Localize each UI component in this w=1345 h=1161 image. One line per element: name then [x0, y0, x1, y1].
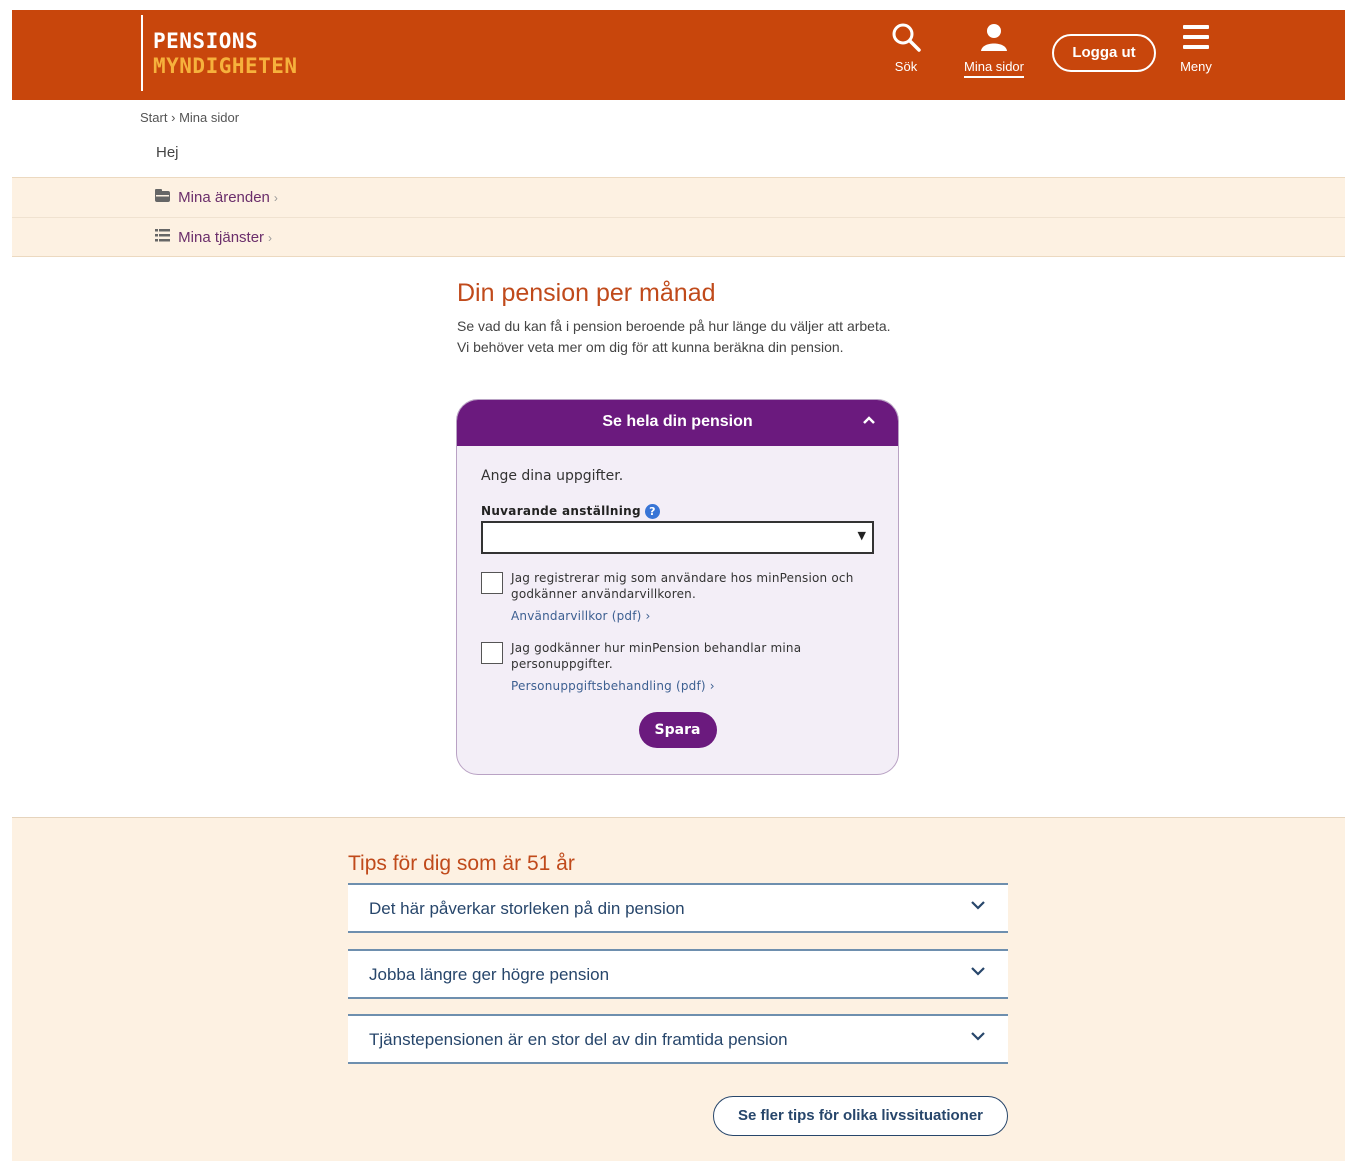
chevron-down-icon	[970, 963, 986, 984]
nav-item-cases[interactable]: Mina ärenden ›	[155, 189, 278, 206]
menu-button[interactable]: Meny	[1174, 22, 1218, 74]
breadcrumb: Start › Mina sidor	[140, 110, 239, 125]
help-icon[interactable]: ?	[644, 504, 660, 519]
menu-label: Meny	[1180, 59, 1212, 74]
accordion-title: Tjänstepensionen är en stor del av din f…	[369, 1030, 788, 1049]
page: PENSIONS MYNDIGHETEN Sök Mina sidor Logg…	[0, 0, 1345, 1161]
page-title: Din pension per månad	[457, 279, 716, 307]
card-prompt: Ange dina uppgifter.	[481, 468, 624, 484]
dropdown-arrow-icon: ▼	[857, 529, 866, 542]
chevron-up-icon	[862, 400, 876, 444]
save-button[interactable]: Spara	[638, 712, 717, 748]
logo[interactable]: PENSIONS MYNDIGHETEN	[141, 15, 298, 91]
folder-icon	[155, 189, 174, 206]
terms-checkbox-text: Jag registrerar mig som användare hos mi…	[511, 571, 854, 601]
site-header: PENSIONS MYNDIGHETEN Sök Mina sidor Logg…	[12, 10, 1345, 100]
tips-accordion-item[interactable]: Jobba längre ger högre pension	[348, 949, 1008, 999]
chevron-down-icon	[970, 897, 986, 918]
tips-section: Tips för dig som är 51 år Det här påverk…	[12, 817, 1345, 1161]
more-tips-button[interactable]: Se fler tips för olika livssituationer	[713, 1096, 1008, 1136]
privacy-checkbox-row: Jag godkänner hur minPension behandlar m…	[481, 640, 874, 694]
user-icon	[981, 24, 1007, 51]
search-label: Sök	[894, 59, 918, 74]
accordion-title: Jobba längre ger högre pension	[369, 965, 610, 984]
search-button[interactable]: Sök	[884, 22, 928, 74]
terms-checkbox[interactable]	[481, 572, 503, 594]
tips-title: Tips för dig som är 51 år	[348, 852, 575, 875]
employment-select[interactable]: ▼	[481, 521, 874, 554]
privacy-link[interactable]: Personuppgiftsbehandling (pdf) ›	[511, 678, 874, 694]
terms-checkbox-row: Jag registrerar mig som användare hos mi…	[481, 570, 874, 624]
pension-card-body: Ange dina uppgifter. Nuvarande anställni…	[457, 446, 898, 748]
privacy-checkbox-text: Jag godkänner hur minPension behandlar m…	[511, 641, 802, 671]
employment-label: Nuvarande anställning?	[481, 504, 874, 519]
breadcrumb-current: Mina sidor	[179, 110, 240, 125]
chevron-right-icon: ›	[273, 191, 278, 205]
nav-item-services[interactable]: Mina tjänster ›	[155, 229, 272, 246]
chevron-right-icon: ›	[268, 231, 273, 245]
intro-text: Se vad du kan få i pension beroende på h…	[457, 318, 891, 355]
list-icon	[155, 229, 174, 246]
terms-link[interactable]: Användarvillkor (pdf) ›	[511, 608, 874, 624]
pension-card-header[interactable]: Se hela din pension	[457, 400, 898, 446]
my-pages-label: Mina sidor	[964, 59, 1024, 78]
tips-accordion-item[interactable]: Tjänstepensionen är en stor del av din f…	[348, 1014, 1008, 1064]
tips-accordion-item[interactable]: Det här påverkar storleken på din pensio…	[348, 883, 1008, 933]
hamburger-icon	[1183, 25, 1209, 49]
pension-card: Se hela din pension Ange dina uppgifter.…	[456, 399, 899, 775]
greeting: Hej	[156, 144, 179, 161]
logo-line2: MYNDIGHETEN	[153, 54, 298, 78]
logo-line1: PENSIONS	[153, 29, 259, 53]
nav-item-services-label: Mina tjänster	[178, 229, 265, 246]
privacy-checkbox[interactable]	[481, 642, 503, 664]
my-pages-button[interactable]: Mina sidor	[956, 22, 1032, 78]
breadcrumb-start[interactable]: Start	[140, 110, 167, 125]
my-pages-nav: Mina ärenden › Mina tjänster ›	[12, 177, 1345, 257]
logout-button[interactable]: Logga ut	[1052, 34, 1156, 72]
pension-card-title: Se hela din pension	[602, 413, 753, 430]
nav-item-cases-label: Mina ärenden	[178, 189, 270, 206]
employment-label-text: Nuvarande anställning	[481, 504, 641, 518]
accordion-title: Det här påverkar storleken på din pensio…	[369, 899, 685, 918]
breadcrumb-separator: ›	[171, 110, 176, 125]
search-icon	[892, 23, 921, 52]
chevron-down-icon	[970, 1028, 986, 1049]
nav-divider	[12, 217, 1345, 218]
